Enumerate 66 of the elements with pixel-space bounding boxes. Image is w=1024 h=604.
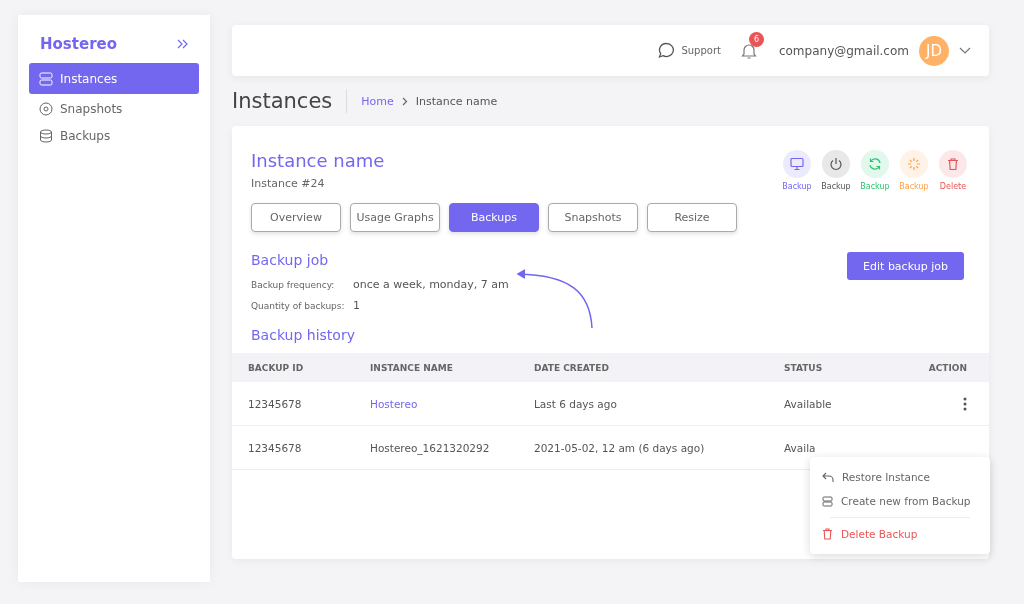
page-title: Instances: [232, 89, 348, 113]
breadcrumb-link[interactable]: Home: [361, 94, 394, 108]
column-header: ACTION: [927, 362, 968, 373]
breadcrumb-current-page: Instance name: [415, 94, 498, 108]
field-label: Quantity of backups:: [251, 301, 346, 311]
tab[interactable]: Resize: [647, 203, 737, 232]
section-title: Backup job: [251, 252, 330, 268]
tab[interactable]: Backups: [449, 203, 539, 232]
action-button[interactable]: [822, 150, 850, 178]
table-cell-text: Available: [784, 397, 833, 410]
database-icon: [39, 129, 53, 143]
table-cell-text: 12345678: [248, 441, 303, 454]
refresh-icon: [868, 157, 882, 171]
server-icon: [39, 71, 53, 86]
sidebar-item[interactable]: Snapshots: [29, 94, 199, 124]
power-icon: [829, 157, 843, 171]
edit-backup-job-button[interactable]: Edit backup job: [847, 252, 964, 280]
table-cell-text: 12345678: [248, 397, 303, 410]
menu-item[interactable]: Restore Instance: [810, 465, 990, 489]
tab[interactable]: Snapshots: [548, 203, 638, 232]
column-header: BACKUP ID: [248, 362, 305, 373]
action-label: Backup: [899, 182, 929, 191]
chat-bubble-icon: [658, 42, 676, 59]
action-label: Delete: [939, 182, 967, 191]
column-header: DATE CREATED: [534, 362, 610, 373]
action-label: Backup: [782, 182, 812, 191]
field-label: Backup frequency:: [251, 280, 336, 290]
table-cell-text: Availa: [784, 441, 817, 454]
instance-name: Instance name: [251, 150, 385, 171]
notification-bell-icon[interactable]: [740, 41, 757, 60]
field-value: once a week, monday, 7 am: [353, 278, 509, 291]
undo-arrow-icon: [822, 471, 834, 483]
more-options-icon[interactable]: [963, 396, 967, 411]
table-cell-text: Last 6 days ago: [534, 397, 618, 410]
disc-icon: [39, 102, 53, 116]
field-value: 1: [353, 299, 360, 312]
monitor-icon: [790, 157, 804, 171]
action-label: Backup: [860, 182, 890, 191]
instance-number: Instance #24: [251, 177, 326, 190]
menu-item[interactable]: Delete Backup: [810, 522, 990, 546]
collapse-icon[interactable]: [177, 39, 189, 49]
chevron-right-icon: [401, 96, 408, 106]
action-button[interactable]: [861, 150, 889, 178]
support-link[interactable]: Support: [658, 42, 721, 59]
action-button[interactable]: [939, 150, 967, 178]
trash-icon: [822, 528, 833, 540]
notification-count: 6: [748, 31, 764, 47]
column-header: STATUS: [784, 362, 824, 373]
tab[interactable]: Usage Graphs: [350, 203, 440, 232]
trash-icon: [946, 157, 960, 171]
logo: Hostereo: [40, 35, 117, 53]
instance-link[interactable]: Hostereo: [370, 397, 534, 410]
column-header: INSTANCE NAME: [370, 362, 454, 373]
action-button[interactable]: [783, 150, 811, 178]
sidebar-item[interactable]: Backups: [29, 121, 199, 151]
menu-item[interactable]: Create new from Backup: [810, 489, 990, 513]
server-icon: [822, 495, 833, 507]
tab[interactable]: Overview: [251, 203, 341, 232]
user-email: company@gmail.com: [778, 43, 909, 58]
table-cell-text: Hostereo_1621320292: [370, 441, 491, 454]
section-title: Backup history: [250, 327, 356, 343]
table-cell-text: 2021-05-02, 12 am (6 days ago): [534, 441, 706, 454]
sidebar-item[interactable]: Instances: [29, 63, 199, 94]
chevron-down-icon[interactable]: [959, 46, 971, 55]
action-label: Backup: [821, 182, 851, 191]
loader-icon: [907, 157, 921, 171]
